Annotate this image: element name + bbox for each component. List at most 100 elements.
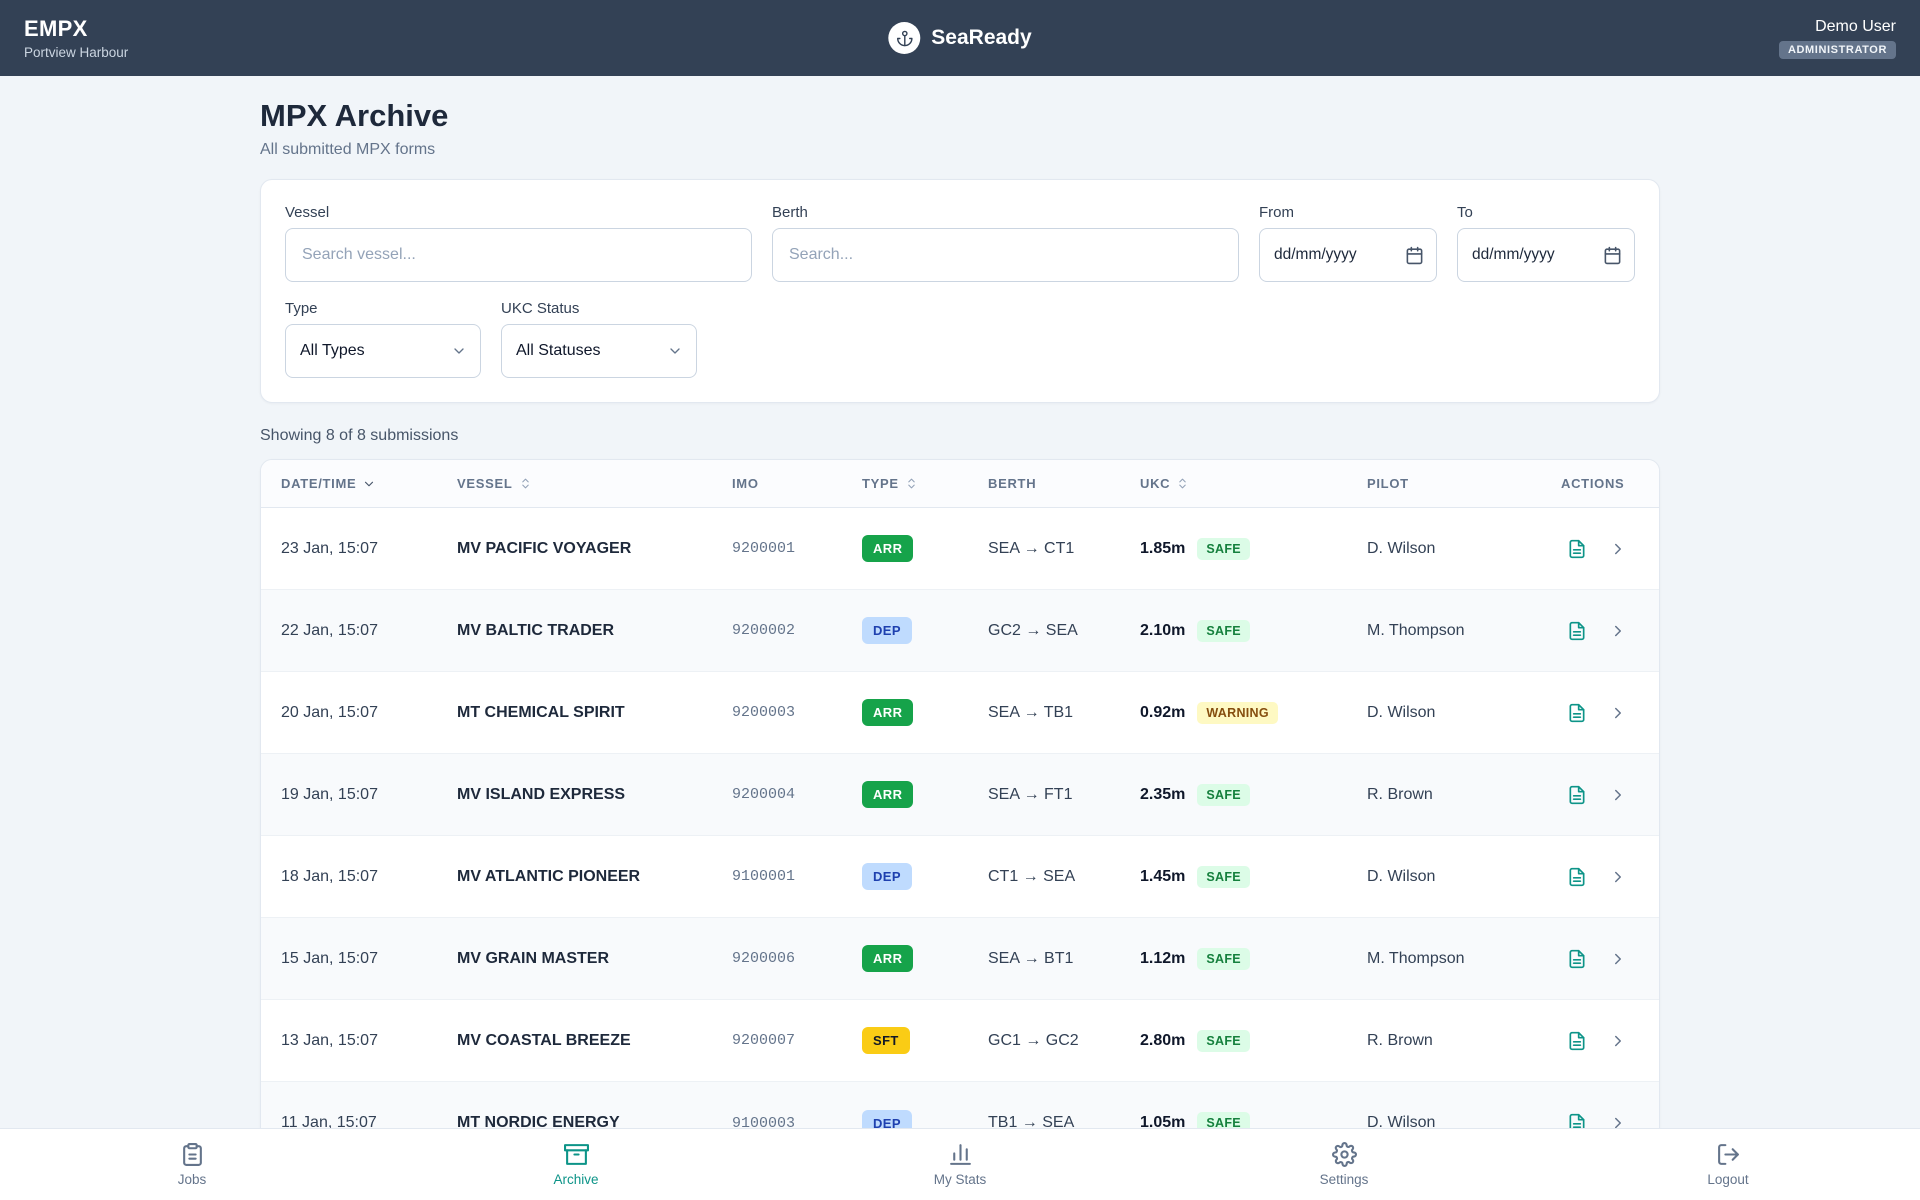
page-subtitle: All submitted MPX forms: [260, 141, 1660, 159]
cell-datetime: 13 Jan, 15:07: [281, 1032, 457, 1050]
ukc-status-badge: SAFE: [1197, 866, 1250, 888]
calendar-icon: [1603, 246, 1622, 265]
table-row[interactable]: 19 Jan, 15:07 MV ISLAND EXPRESS 9200004 …: [261, 754, 1659, 836]
report-file-icon[interactable]: [1567, 539, 1587, 559]
cell-ukc: 2.35m SAFE: [1140, 784, 1367, 806]
table-row[interactable]: 15 Jan, 15:07 MV GRAIN MASTER 9200006 AR…: [261, 918, 1659, 1000]
to-date-input[interactable]: dd/mm/yyyy: [1457, 228, 1635, 282]
sort-updown-icon: [1176, 477, 1189, 490]
table-row[interactable]: 18 Jan, 15:07 MV ATLANTIC PIONEER 910000…: [261, 836, 1659, 918]
cell-type: ARR: [862, 699, 988, 726]
chevron-right-icon[interactable]: [1609, 786, 1627, 804]
ukc-status-select[interactable]: All Statuses: [501, 324, 697, 378]
type-label: Type: [285, 300, 481, 317]
chevron-right-icon[interactable]: [1609, 540, 1627, 558]
movement-type-badge: ARR: [862, 781, 913, 808]
nav-jobs-label: Jobs: [178, 1172, 207, 1187]
type-select-value: All Types: [300, 342, 365, 360]
report-file-icon[interactable]: [1567, 1031, 1587, 1051]
brand-name: SeaReady: [931, 26, 1031, 50]
table-row[interactable]: 23 Jan, 15:07 MV PACIFIC VOYAGER 9200001…: [261, 508, 1659, 590]
col-header-vessel[interactable]: VESSEL: [457, 476, 732, 491]
cell-datetime: 18 Jan, 15:07: [281, 868, 457, 886]
chevron-right-icon[interactable]: [1609, 1032, 1627, 1050]
user-name: Demo User: [1815, 18, 1896, 36]
chevron-right-icon[interactable]: [1609, 950, 1627, 968]
col-header-pilot: PILOT: [1367, 476, 1561, 491]
cell-vessel-name: MT CHEMICAL SPIRIT: [457, 704, 732, 722]
cell-vessel-name: MV COASTAL BREEZE: [457, 1032, 732, 1050]
from-filter: From dd/mm/yyyy: [1259, 204, 1437, 282]
main-content: MPX Archive All submitted MPX forms Vess…: [260, 76, 1660, 1165]
cell-ukc: 0.92m WARNING: [1140, 702, 1367, 724]
cell-ukc: 1.45m SAFE: [1140, 866, 1367, 888]
report-file-icon[interactable]: [1567, 867, 1587, 887]
report-file-icon[interactable]: [1567, 621, 1587, 641]
report-file-icon[interactable]: [1567, 949, 1587, 969]
chevron-right-icon[interactable]: [1609, 868, 1627, 886]
table-header-row: DATE/TIME VESSEL IMO TYPE BERTH UKC PILO…: [261, 460, 1659, 508]
nav-my-stats[interactable]: My Stats: [768, 1129, 1152, 1200]
type-select[interactable]: All Types: [285, 324, 481, 378]
cell-ukc: 1.85m SAFE: [1140, 538, 1367, 560]
cell-vessel-name: MV GRAIN MASTER: [457, 950, 732, 968]
chevron-right-icon[interactable]: [1609, 622, 1627, 640]
cell-berth: CT1 → SEA: [988, 868, 1140, 886]
cell-pilot: M. Thompson: [1367, 622, 1561, 640]
ukc-status-badge: SAFE: [1197, 1030, 1250, 1052]
col-header-type[interactable]: TYPE: [862, 476, 988, 491]
archive-icon: [564, 1142, 589, 1167]
nav-jobs[interactable]: Jobs: [0, 1129, 384, 1200]
movement-type-badge: ARR: [862, 535, 913, 562]
cell-pilot: R. Brown: [1367, 1032, 1561, 1050]
bar-chart-icon: [948, 1142, 973, 1167]
cell-vessel-name: MV PACIFIC VOYAGER: [457, 540, 732, 558]
cell-datetime: 20 Jan, 15:07: [281, 704, 457, 722]
ukc-status-label: UKC Status: [501, 300, 697, 317]
cell-berth: SEA → TB1: [988, 704, 1140, 722]
logout-icon: [1716, 1142, 1741, 1167]
chevron-down-icon: [451, 343, 467, 359]
table-row[interactable]: 13 Jan, 15:07 MV COASTAL BREEZE 9200007 …: [261, 1000, 1659, 1082]
col-header-actions: ACTIONS: [1561, 476, 1639, 491]
calendar-icon: [1405, 246, 1424, 265]
user-role-badge: ADMINISTRATOR: [1779, 41, 1896, 59]
table-row[interactable]: 22 Jan, 15:07 MV BALTIC TRADER 9200002 D…: [261, 590, 1659, 672]
vessel-search-input[interactable]: [285, 228, 752, 282]
type-filter: Type All Types: [285, 300, 481, 378]
to-date-value: dd/mm/yyyy: [1472, 246, 1555, 264]
report-file-icon[interactable]: [1567, 785, 1587, 805]
ukc-status-select-value: All Statuses: [516, 342, 600, 360]
cell-datetime: 22 Jan, 15:07: [281, 622, 457, 640]
col-header-imo: IMO: [732, 476, 862, 491]
cell-type: ARR: [862, 535, 988, 562]
nav-logout[interactable]: Logout: [1536, 1129, 1920, 1200]
cell-ukc: 1.12m SAFE: [1140, 948, 1367, 970]
chevron-right-icon[interactable]: [1609, 704, 1627, 722]
to-filter: To dd/mm/yyyy: [1457, 204, 1635, 282]
table-row[interactable]: 20 Jan, 15:07 MT CHEMICAL SPIRIT 9200003…: [261, 672, 1659, 754]
cell-berth: GC2 → SEA: [988, 622, 1140, 640]
nav-settings[interactable]: Settings: [1152, 1129, 1536, 1200]
from-date-input[interactable]: dd/mm/yyyy: [1259, 228, 1437, 282]
ukc-value: 2.35m: [1140, 786, 1185, 804]
filter-row-2: Type All Types UKC Status All Statuses: [285, 300, 1635, 378]
cell-imo: 9100001: [732, 868, 862, 885]
app-code: EMPX: [24, 16, 128, 42]
ukc-value: 0.92m: [1140, 704, 1185, 722]
ukc-value: 2.10m: [1140, 622, 1185, 640]
berth-label: Berth: [772, 204, 1239, 221]
col-header-ukc[interactable]: UKC: [1140, 476, 1367, 491]
cell-berth: SEA → BT1: [988, 950, 1140, 968]
app-subtitle: Portview Harbour: [24, 45, 128, 60]
top-header: EMPX Portview Harbour SeaReady Demo User…: [0, 0, 1920, 76]
nav-archive[interactable]: Archive: [384, 1129, 768, 1200]
from-label: From: [1259, 204, 1437, 221]
berth-search-input[interactable]: [772, 228, 1239, 282]
sort-updown-icon: [905, 477, 918, 490]
report-file-icon[interactable]: [1567, 703, 1587, 723]
cell-ukc: 2.80m SAFE: [1140, 1030, 1367, 1052]
cell-actions: [1561, 703, 1639, 723]
cell-datetime: 15 Jan, 15:07: [281, 950, 457, 968]
col-header-datetime[interactable]: DATE/TIME: [281, 476, 457, 491]
